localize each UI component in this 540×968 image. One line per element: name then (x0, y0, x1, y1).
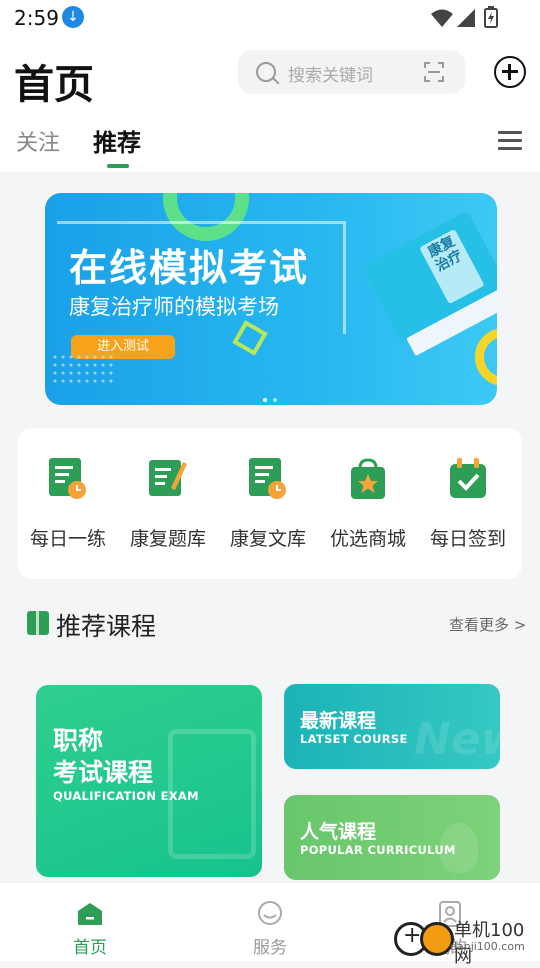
status-bar: 2:59 ↓ (0, 0, 540, 36)
active-tab-indicator (107, 164, 129, 168)
course-card-title: 职称 考试课程 (53, 726, 154, 787)
wifi-icon (431, 9, 453, 27)
promo-banner[interactable]: 在线模拟考试 康复治疗师的模拟考场 进入测试 康复治疗 (45, 193, 497, 405)
header: 首页 搜索关键词 关注 推荐 (0, 36, 540, 172)
course-card-qualification[interactable]: 职称 考试课程 QUALIFICATION EXAM (36, 685, 262, 877)
search-icon (256, 62, 276, 82)
course-card-latest[interactable]: New 最新课程 LATSET COURSE (284, 684, 500, 769)
quick-item-label: 康复题库 (129, 528, 206, 550)
course-card-popular[interactable]: 人气课程 POPULAR CURRICULUM (284, 795, 500, 880)
decorative-ring (475, 328, 497, 386)
quick-item-label: 康复文库 (229, 528, 306, 550)
quick-item-checkin[interactable]: 每日签到 (418, 458, 518, 558)
quick-item-label: 每日签到 (429, 528, 506, 550)
tab-follow[interactable]: 关注 (16, 125, 60, 157)
nav-label: 服务 (253, 938, 287, 958)
decorative-dot-grid (51, 353, 115, 387)
quick-menu-card: 每日一练 康复题库 康复文库 优选商城 每日签到 (18, 428, 522, 579)
course-card-subtitle: LATSET COURSE (300, 732, 408, 746)
clock-document-icon (249, 458, 286, 499)
quick-item-label: 每日一练 (29, 528, 106, 550)
status-time: 2:59 (14, 6, 59, 30)
page-title: 首页 (14, 62, 94, 108)
quick-item-label: 优选商城 (329, 528, 406, 550)
course-card-subtitle: QUALIFICATION EXAM (53, 789, 199, 803)
view-more-link[interactable]: 查看更多 > (449, 614, 526, 635)
section-title: 推荐课程 (56, 612, 157, 641)
search-bar[interactable]: 搜索关键词 (238, 50, 465, 94)
tab-recommend[interactable]: 推荐 (93, 123, 141, 158)
clock-document-icon (49, 458, 86, 499)
cell-signal-icon (457, 9, 475, 27)
course-card-title: 人气课程 (300, 821, 377, 843)
battery-charging-icon (484, 6, 498, 28)
nav-item-service[interactable]: 服务 (210, 883, 330, 961)
shopping-bag-star-icon (351, 458, 385, 499)
watermark: + 单机100网 danji100.com (392, 914, 540, 967)
quick-item-daily-practice[interactable]: 每日一练 (18, 458, 118, 558)
pencil-document-icon (149, 460, 187, 496)
watermark-url: danji100.com (450, 940, 525, 953)
book-icon (27, 611, 49, 635)
home-icon (78, 903, 102, 925)
course-card-title: 最新课程 (300, 710, 377, 732)
download-arrow-icon: ↓ (62, 6, 84, 28)
nav-label: 首页 (73, 938, 107, 958)
banner-subtitle: 康复治疗师的模拟考场 (69, 295, 279, 319)
book-illustration: 康复治疗 (361, 210, 497, 357)
search-placeholder: 搜索关键词 (288, 66, 373, 86)
scan-icon[interactable] (424, 62, 444, 82)
banner-title: 在线模拟考试 (69, 246, 310, 290)
quick-item-library[interactable]: 康复文库 (218, 458, 318, 558)
quick-item-question-bank[interactable]: 康复题库 (118, 458, 218, 558)
nav-item-home[interactable]: 首页 (30, 883, 150, 961)
add-circle-icon[interactable] (494, 56, 526, 88)
chat-service-icon (258, 901, 282, 925)
calendar-check-icon (450, 458, 486, 498)
quick-item-mall[interactable]: 优选商城 (318, 458, 418, 558)
decorative-new-text: New (414, 714, 500, 765)
menu-icon[interactable] (498, 131, 522, 151)
course-card-subtitle: POPULAR CURRICULUM (300, 843, 456, 857)
